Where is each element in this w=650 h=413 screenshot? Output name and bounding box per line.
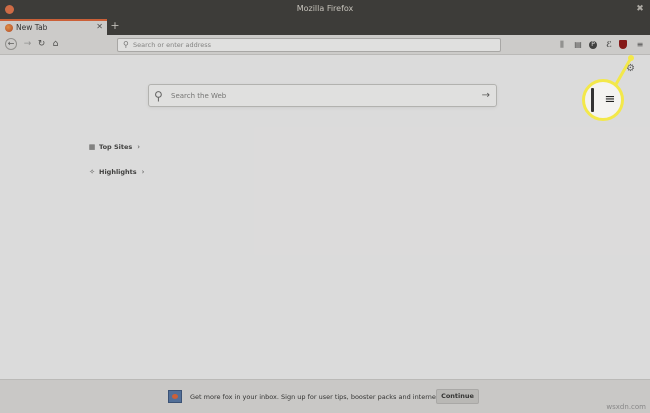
web-search-input[interactable] (171, 90, 461, 102)
tab-label: New Tab (16, 23, 48, 32)
highlights-label: Highlights (99, 168, 137, 176)
extension-icon[interactable]: ℰ (604, 40, 614, 50)
pocket-icon[interactable]: P (589, 41, 597, 49)
window-close-icon[interactable]: ✖ (634, 3, 646, 15)
tab-close-icon[interactable]: ✕ (96, 22, 103, 32)
home-button[interactable]: ⌂ (50, 39, 61, 50)
firefox-envelope-icon (168, 390, 182, 403)
arrow-right-icon[interactable]: → (482, 89, 490, 103)
tab-strip: New Tab ✕ + (0, 19, 650, 35)
snippet-message: Get more fox in your inbox. Sign up for … (190, 393, 457, 401)
hamburger-menu-icon[interactable]: ≡ (635, 40, 645, 50)
new-tab-page: ⚙ ⚲ → ▦ Top Sites › ✧ Highlights › (0, 56, 650, 413)
grid-icon: ▦ (88, 143, 96, 151)
top-sites-label: Top Sites (99, 143, 133, 151)
window-title: Mozilla Firefox (296, 4, 354, 13)
highlights-section[interactable]: ✧ Highlights › (88, 166, 144, 178)
hamburger-menu-icon[interactable]: ≡ (599, 87, 621, 113)
chevron-right-icon: › (137, 143, 141, 151)
search-icon: ⚲ (123, 40, 129, 49)
toolbar-separator (591, 88, 594, 112)
sparkle-icon: ✧ (89, 168, 95, 176)
gear-icon[interactable]: ⚙ (626, 63, 635, 74)
back-button[interactable]: ← (5, 38, 17, 50)
web-search-box[interactable]: ⚲ → (148, 84, 497, 107)
forward-button[interactable]: → (22, 39, 33, 50)
firefox-favicon-icon (5, 24, 13, 32)
search-icon: ⚲ (154, 89, 163, 103)
address-bar[interactable]: ⚲ (117, 38, 501, 52)
ublock-shield-icon[interactable] (619, 40, 627, 49)
chevron-right-icon: › (141, 168, 145, 176)
navigation-toolbar: ← → ↻ ⌂ ⚲ ⫼ ▤ P ℰ ≡ (0, 35, 650, 55)
top-sites-section[interactable]: ▦ Top Sites › (88, 141, 140, 153)
continue-button[interactable]: Continue (436, 389, 479, 404)
new-tab-button[interactable]: + (109, 20, 121, 32)
tab-new-tab[interactable]: New Tab ✕ (0, 19, 107, 35)
callout-dot (628, 55, 634, 61)
snippet-bar: Get more fox in your inbox. Sign up for … (0, 379, 650, 413)
reload-button[interactable]: ↻ (36, 39, 47, 50)
library-icon[interactable]: ⫼ (557, 40, 567, 50)
address-input[interactable] (133, 40, 493, 50)
title-bar: Mozilla Firefox ✖ (0, 0, 650, 19)
sidebar-icon[interactable]: ▤ (573, 40, 583, 50)
menu-callout-magnifier: ≡ (582, 79, 624, 121)
watermark: wsxdn.com (606, 403, 646, 411)
